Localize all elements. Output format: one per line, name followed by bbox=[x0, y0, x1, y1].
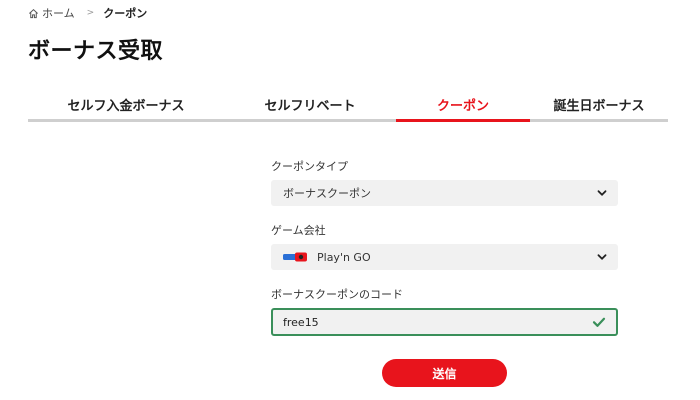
breadcrumb-current: クーポン bbox=[103, 7, 148, 20]
page: ホーム > クーポン ボーナス受取 セルフ入金ボーナス セルフリベート クーポン… bbox=[0, 0, 700, 400]
coupon-type-value: ボーナスクーポン bbox=[283, 187, 371, 200]
breadcrumb: ホーム > クーポン bbox=[28, 5, 147, 21]
coupon-type-select[interactable]: ボーナスクーポン bbox=[271, 180, 618, 206]
breadcrumb-separator: > bbox=[86, 8, 95, 18]
game-provider-select[interactable]: Play'n GO bbox=[271, 244, 618, 270]
game-provider-label: ゲーム会社 bbox=[271, 224, 326, 237]
page-title: ボーナス受取 bbox=[28, 39, 164, 64]
chevron-down-icon bbox=[597, 190, 607, 196]
coupon-code-input[interactable] bbox=[283, 315, 592, 329]
coupon-type-label: クーポンタイプ bbox=[271, 160, 348, 173]
bonus-tabs: セルフ入金ボーナス セルフリベート クーポン 誕生日ボーナス bbox=[28, 90, 668, 122]
tab-birthday-bonus[interactable]: 誕生日ボーナス bbox=[530, 90, 668, 119]
coupon-code-field bbox=[271, 308, 618, 336]
playngo-logo bbox=[283, 252, 307, 262]
submit-button[interactable]: 送信 bbox=[382, 359, 507, 387]
chevron-down-icon bbox=[597, 254, 607, 260]
tab-self-rebate[interactable]: セルフリベート bbox=[224, 90, 396, 119]
breadcrumb-home-link[interactable]: ホーム bbox=[42, 5, 75, 21]
game-provider-value: Play'n GO bbox=[317, 250, 371, 264]
coupon-form: クーポンタイプ ボーナスクーポン ゲーム会社 Play'n GO ボーナスクーポ… bbox=[271, 158, 618, 336]
home-icon[interactable] bbox=[28, 8, 39, 19]
coupon-code-label: ボーナスクーポンのコード bbox=[271, 288, 403, 301]
check-icon bbox=[592, 317, 606, 327]
tab-self-deposit-bonus[interactable]: セルフ入金ボーナス bbox=[28, 90, 224, 119]
tab-coupon[interactable]: クーポン bbox=[396, 90, 530, 122]
